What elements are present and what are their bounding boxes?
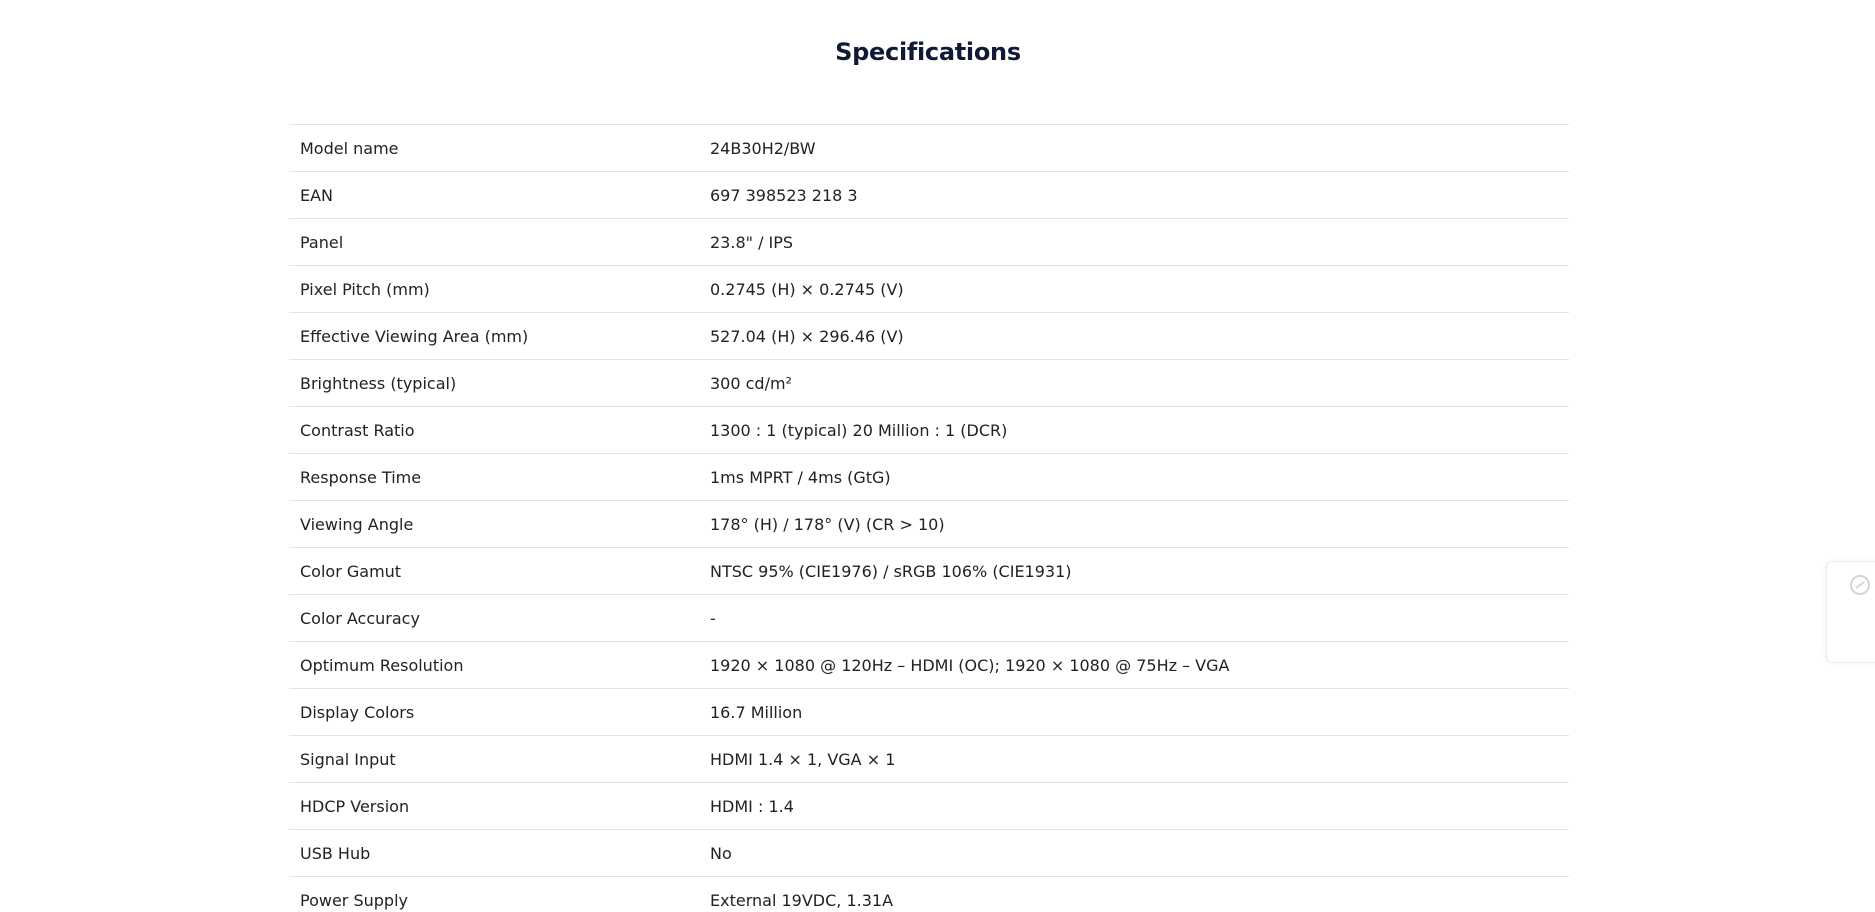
spec-label: Panel <box>300 232 344 252</box>
spec-value: 0.2745 (H) × 0.2745 (V) <box>710 279 904 299</box>
spec-value: HDMI 1.4 × 1, VGA × 1 <box>710 749 896 769</box>
spec-label: HDCP Version <box>300 796 410 816</box>
spec-label: Color Gamut <box>300 561 402 581</box>
spec-label: Viewing Angle <box>300 514 414 534</box>
spec-value: HDMI : 1.4 <box>710 796 794 816</box>
spec-label: Brightness (typical) <box>300 373 457 393</box>
spec-value: No <box>710 843 732 863</box>
spec-value: 24B30H2/BW <box>710 138 816 158</box>
spec-row-response-time: Response Time 1ms MPRT / 4ms (GtG) <box>289 454 1569 501</box>
spec-row-optimum-resolution: Optimum Resolution 1920 × 1080 @ 120Hz –… <box>289 642 1569 689</box>
spec-row-color-accuracy: Color Accuracy - <box>289 595 1569 642</box>
spec-value: NTSC 95% (CIE1976) / sRGB 106% (CIE1931) <box>710 561 1072 581</box>
specifications-table: Model name 24B30H2/BW EAN 697 398523 218… <box>289 124 1569 912</box>
spec-label: Optimum Resolution <box>300 655 464 675</box>
spec-value: 1300 : 1 (typical) 20 Million : 1 (DCR) <box>710 420 1008 440</box>
spec-label: EAN <box>300 185 334 205</box>
spec-row-signal-input: Signal Input HDMI 1.4 × 1, VGA × 1 <box>289 736 1569 783</box>
spec-row-pixel-pitch: Pixel Pitch (mm) 0.2745 (H) × 0.2745 (V) <box>289 266 1569 313</box>
spec-row-hdcp-version: HDCP Version HDMI : 1.4 <box>289 783 1569 830</box>
spec-value: 697 398523 218 3 <box>710 185 858 205</box>
spec-row-effective-viewing-area: Effective Viewing Area (mm) 527.04 (H) ×… <box>289 313 1569 360</box>
page-title: Specifications <box>835 38 1021 66</box>
spec-row-panel: Panel 23.8" / IPS <box>289 219 1569 266</box>
chat-icon[interactable] <box>1849 574 1871 596</box>
spec-row-display-colors: Display Colors 16.7 Million <box>289 689 1569 736</box>
spec-row-contrast-ratio: Contrast Ratio 1300 : 1 (typical) 20 Mil… <box>289 407 1569 454</box>
spec-label: USB Hub <box>300 843 371 863</box>
spec-label: Effective Viewing Area (mm) <box>300 326 529 346</box>
spec-value: External 19VDC, 1.31A <box>710 890 894 910</box>
spec-row-model-name: Model name 24B30H2/BW <box>289 125 1569 172</box>
spec-label: Display Colors <box>300 702 415 722</box>
spec-value: 16.7 Million <box>710 702 803 722</box>
spec-row-usb-hub: USB Hub No <box>289 830 1569 877</box>
spec-row-color-gamut: Color Gamut NTSC 95% (CIE1976) / sRGB 10… <box>289 548 1569 595</box>
spec-row-viewing-angle: Viewing Angle 178° (H) / 178° (V) (CR > … <box>289 501 1569 548</box>
spec-label: Model name <box>300 138 399 158</box>
spec-value: 1ms MPRT / 4ms (GtG) <box>710 467 891 487</box>
spec-row-brightness: Brightness (typical) 300 cd/m² <box>289 360 1569 407</box>
spec-label: Pixel Pitch (mm) <box>300 279 430 299</box>
spec-label: Power Supply <box>300 890 408 910</box>
spec-row-ean: EAN 697 398523 218 3 <box>289 172 1569 219</box>
spec-row-power-supply: Power Supply External 19VDC, 1.31A <box>289 877 1569 912</box>
spec-value: 527.04 (H) × 296.46 (V) <box>710 326 904 346</box>
spec-value: 300 cd/m² <box>710 373 792 393</box>
spec-label: Color Accuracy <box>300 608 420 628</box>
spec-value: 23.8" / IPS <box>710 232 794 252</box>
spec-label: Contrast Ratio <box>300 420 415 440</box>
spec-label: Signal Input <box>300 749 396 769</box>
spec-label: Response Time <box>300 467 422 487</box>
spec-value: 1920 × 1080 @ 120Hz – HDMI (OC); 1920 × … <box>710 655 1230 675</box>
floating-chat-widget[interactable] <box>1826 561 1875 663</box>
spec-value: 178° (H) / 178° (V) (CR > 10) <box>710 514 945 534</box>
spec-value: - <box>710 608 716 628</box>
